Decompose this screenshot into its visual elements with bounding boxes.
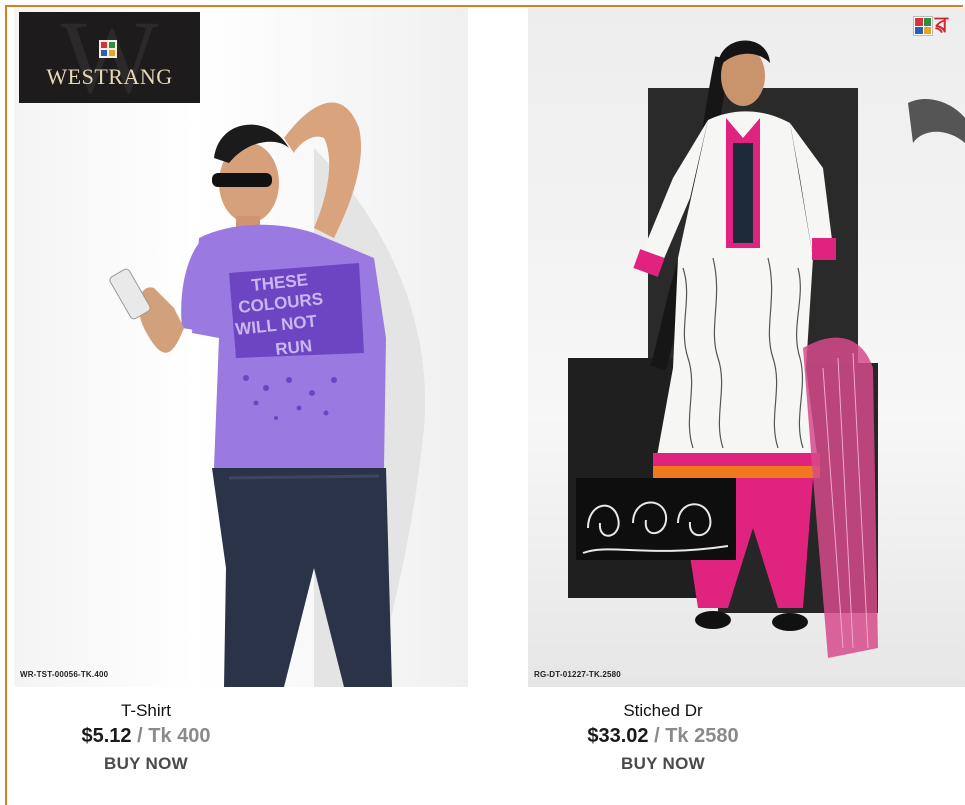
product-sku: WR-TST-00056-TK.400: [20, 670, 109, 679]
product-title[interactable]: Stiched Dr: [528, 701, 798, 721]
product-info: Stiched Dr $33.02 / Tk 2580 BUY NOW: [528, 701, 798, 774]
brand-mark-icon: ৱ: [913, 12, 965, 40]
brand-logo: W WESTRANG: [19, 8, 200, 110]
product-info: T-Shirt $5.12 / Tk 400 BUY NOW: [36, 701, 256, 774]
dress-model-illustration: [568, 40, 965, 658]
product-title[interactable]: T-Shirt: [36, 701, 256, 721]
buy-now-button[interactable]: BUY NOW: [104, 754, 188, 774]
product-card-dress: ৱ RG-DT-01227-TK.2580 Stiched Dr $33.02 …: [528, 8, 965, 774]
product-price: $33.02 / Tk 2580: [528, 724, 798, 748]
price-separator: /: [648, 725, 666, 747]
product-card-tshirt: THESE COLOURS WILL NOT RUN W WESTRANG WR…: [14, 8, 468, 774]
product-price: $5.12 / Tk 400: [36, 724, 256, 748]
product-sku: RG-DT-01227-TK.2580: [534, 670, 621, 679]
price-tk: Tk 400: [148, 725, 211, 747]
price-separator: /: [131, 725, 149, 747]
price-tk: Tk 2580: [665, 725, 739, 747]
product-image-tshirt[interactable]: THESE COLOURS WILL NOT RUN W WESTRANG WR…: [14, 8, 468, 687]
svg-text:RUN: RUN: [274, 336, 313, 359]
price-usd: $5.12: [81, 725, 132, 747]
logo-emblem-icon: [99, 40, 117, 58]
brand-name: WESTRANG: [46, 64, 173, 89]
buy-now-button[interactable]: BUY NOW: [621, 754, 705, 774]
product-image-dress[interactable]: ৱ RG-DT-01227-TK.2580: [528, 8, 965, 687]
price-usd: $33.02: [587, 725, 649, 747]
